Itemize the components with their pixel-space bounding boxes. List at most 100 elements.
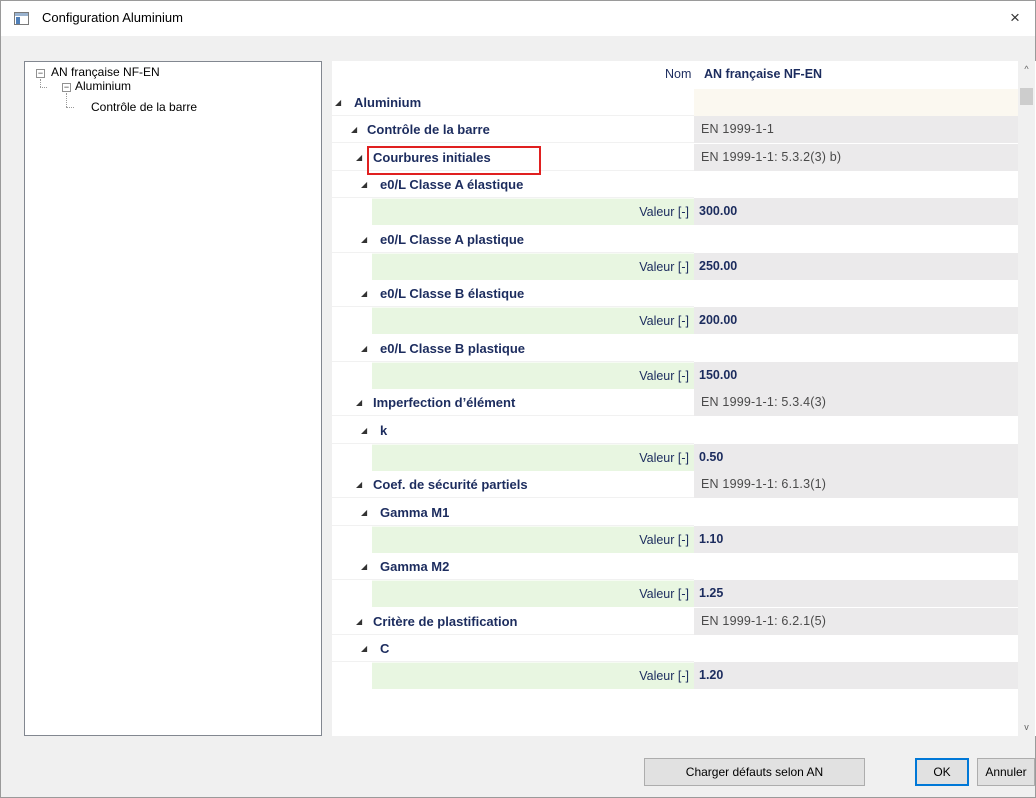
scroll-up-icon[interactable]: ^	[1018, 61, 1035, 78]
title-bar: Configuration Aluminium ×	[1, 1, 1035, 36]
configuration-dialog: Configuration Aluminium × − AN française…	[0, 0, 1036, 798]
collapse-triangle-icon[interactable]: ◢	[361, 562, 367, 571]
value-field[interactable]: 1.10	[694, 525, 1021, 553]
tree-connector	[40, 79, 41, 87]
section-label: Critère de plastification	[373, 613, 518, 629]
property-grid: Nom AN française NF-EN ◢ Aluminium ◢ Contrô…	[332, 61, 1036, 736]
valeur-label: Valeur [-]	[639, 587, 689, 602]
value-field[interactable]: 150.00	[694, 362, 1021, 389]
section-label: Coef. de sécurité partiels	[373, 477, 528, 493]
section-label: C	[380, 641, 390, 656]
nom-value[interactable]: AN française NF-EN	[704, 67, 822, 81]
property-value-row: Valeur [-] 150.00	[332, 362, 1021, 389]
tree-item-controle-barre[interactable]: Contrôle de la barre	[91, 100, 197, 114]
section-label: k	[380, 422, 388, 438]
collapse-triangle-icon[interactable]: ◢	[356, 617, 362, 626]
section-name-cell: ◢ Critère de plastification	[332, 607, 694, 635]
reference-cell	[694, 89, 1021, 116]
section-label: e0/L Classe A élastique	[380, 176, 524, 192]
vertical-scrollbar[interactable]: ^ v	[1018, 61, 1035, 736]
reference-cell: EN 1999-1-1	[694, 116, 1021, 144]
value-text: 150.00	[699, 368, 738, 382]
collapse-triangle-icon[interactable]: ◢	[356, 480, 362, 489]
section-label: Contrôle de la barre	[367, 122, 490, 138]
valeur-label: Valeur [-]	[639, 532, 689, 547]
reference-cell	[694, 334, 1021, 362]
value-label-cell: Valeur [-]	[372, 662, 694, 690]
value-text: 0.50	[699, 449, 724, 464]
reference-cell: EN 1999-1-1: 6.2.1(5)	[694, 607, 1021, 635]
value-field[interactable]: 0.50	[694, 443, 1021, 471]
value-field[interactable]: 250.00	[694, 252, 1021, 280]
property-value-row: Valeur [-] 1.20	[332, 662, 1021, 690]
property-value-row: Valeur [-] 1.25	[332, 580, 1021, 608]
scroll-down-icon[interactable]: v	[1018, 719, 1035, 736]
valeur-label: Valeur [-]	[639, 369, 689, 383]
ok-button[interactable]: OK	[915, 758, 969, 786]
property-value-row: Valeur [-] 250.00	[332, 252, 1021, 280]
load-defaults-button[interactable]: Charger défauts selon AN	[644, 758, 865, 786]
collapse-triangle-icon[interactable]: ◢	[335, 98, 341, 107]
collapse-triangle-icon[interactable]: ◢	[361, 508, 367, 517]
navigation-tree: − AN française NF-EN − Aluminium Contrôl…	[24, 61, 322, 736]
section-name-cell: ◢ e0/L Classe A plastique	[332, 225, 694, 253]
value-label-cell: Valeur [-]	[372, 443, 694, 471]
scroll-thumb[interactable]	[1020, 88, 1033, 105]
collapse-triangle-icon[interactable]: ◢	[356, 153, 362, 162]
property-section-row: ◢ Imperfection d’élément EN 1999-1-1: 5.3.…	[332, 389, 1021, 417]
section-name-cell: ◢ Gamma M1	[332, 498, 694, 526]
tree-item-aluminium[interactable]: Aluminium	[75, 79, 131, 93]
collapse-triangle-icon[interactable]: ◢	[361, 344, 367, 353]
value-text: 1.20	[699, 668, 724, 683]
value-label-cell: Valeur [-]	[372, 362, 694, 389]
collapse-triangle-icon[interactable]: ◢	[361, 426, 367, 435]
value-label-cell: Valeur [-]	[372, 580, 694, 608]
highlight-annotation	[367, 146, 541, 175]
norm-reference: EN 1999-1-1	[701, 122, 775, 137]
window-title: Configuration Aluminium	[42, 10, 183, 25]
collapse-triangle-icon[interactable]: ◢	[361, 180, 367, 189]
property-value-row: Valeur [-] 300.00	[332, 198, 1021, 226]
property-section-row: ◢ Coef. de sécurité partiels EN 1999-1-1: …	[332, 471, 1021, 499]
nom-label: Nom	[665, 67, 692, 81]
collapse-triangle-icon[interactable]: ◢	[351, 125, 357, 134]
reference-cell: EN 1999-1-1: 6.1.3(1)	[694, 471, 1021, 499]
section-label: Gamma M1	[380, 504, 450, 520]
value-field[interactable]: 300.00	[694, 198, 1021, 226]
collapse-triangle-icon[interactable]: ◢	[356, 398, 362, 407]
property-section-row: ◢ e0/L Classe B élastique	[332, 280, 1021, 308]
tree-connector	[66, 93, 67, 107]
property-section-row: ◢ Aluminium	[332, 89, 1021, 116]
close-icon[interactable]: ×	[995, 1, 1035, 36]
section-label: e0/L Classe B plastique	[380, 340, 525, 356]
section-name-cell: ◢ Coef. de sécurité partiels	[332, 471, 694, 499]
collapse-triangle-icon[interactable]: ◢	[361, 644, 367, 653]
value-field[interactable]: 200.00	[694, 307, 1021, 335]
property-value-row: Valeur [-] 200.00	[332, 307, 1021, 335]
value-text: 300.00	[699, 204, 738, 219]
norm-reference: EN 1999-1-1: 6.2.1(5)	[701, 613, 827, 628]
collapse-box-icon[interactable]: −	[36, 69, 45, 78]
section-name-cell: ◢ Aluminium	[332, 89, 694, 116]
norm-reference: EN 1999-1-1: 5.3.2(3) b)	[701, 149, 842, 164]
tree-connector	[40, 87, 47, 88]
section-label: Imperfection d’élément	[373, 395, 516, 411]
collapse-triangle-icon[interactable]: ◢	[361, 235, 367, 244]
section-name-cell: ◢ Gamma M2	[332, 553, 694, 581]
valeur-label: Valeur [-]	[639, 314, 689, 329]
collapse-triangle-icon[interactable]: ◢	[361, 289, 367, 298]
reference-cell	[694, 170, 1021, 198]
section-label: e0/L Classe B élastique	[380, 286, 525, 302]
value-field[interactable]: 1.20	[694, 662, 1021, 690]
cancel-button[interactable]: Annuler	[977, 758, 1035, 786]
collapse-box-icon[interactable]: −	[62, 83, 71, 92]
property-value-row: Valeur [-] 0.50	[332, 443, 1021, 471]
valeur-label: Valeur [-]	[639, 259, 689, 274]
norm-reference: EN 1999-1-1: 5.3.4(3)	[701, 395, 827, 410]
value-label-cell: Valeur [-]	[372, 525, 694, 553]
section-name-cell: ◢ e0/L Classe B élastique	[332, 280, 694, 308]
reference-cell: EN 1999-1-1: 5.3.2(3) b)	[694, 143, 1021, 171]
value-field[interactable]: 1.25	[694, 580, 1021, 608]
tree-item-an-francaise[interactable]: AN française NF-EN	[51, 65, 160, 79]
value-text: 1.10	[699, 531, 724, 546]
